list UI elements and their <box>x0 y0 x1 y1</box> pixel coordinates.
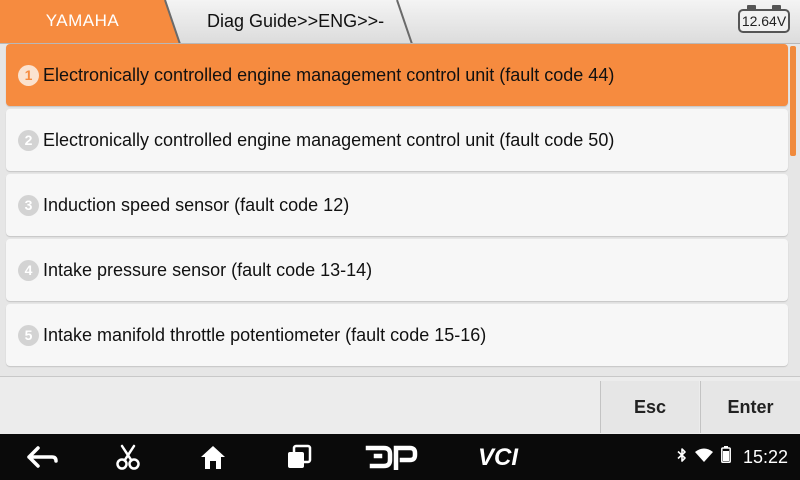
item-label: Induction speed sensor (fault code 12) <box>43 194 350 215</box>
bluetooth-icon <box>677 447 687 468</box>
path-tab-edge <box>396 0 413 43</box>
brand-label: YAMAHA <box>45 11 120 30</box>
list-item[interactable]: 1 Electronically controlled engine manag… <box>6 44 788 106</box>
list-item[interactable]: 2 Electronically controlled engine manag… <box>6 109 788 171</box>
brand-tab[interactable]: YAMAHA <box>0 0 190 43</box>
scissors-icon[interactable] <box>111 442 145 472</box>
item-number: 4 <box>18 259 39 281</box>
list-item[interactable]: 5 Intake manifold throttle potentiometer… <box>6 304 788 366</box>
list-scrollbar[interactable] <box>790 46 796 156</box>
status-clock: 15:22 <box>742 446 788 467</box>
breadcrumb: Diag Guide>>ENG>>- <box>207 11 385 31</box>
item-number: 2 <box>18 129 39 151</box>
vci-icon[interactable]: VCI <box>468 442 528 472</box>
enter-button[interactable]: Enter <box>700 381 800 433</box>
system-nav-bar: VCI 15:22 <box>0 434 800 480</box>
item-number: 5 <box>18 324 39 346</box>
battery-voltage: 12.64V <box>738 5 790 33</box>
recent-apps-icon[interactable] <box>282 442 316 472</box>
item-number: 3 <box>18 194 39 216</box>
esc-button[interactable]: Esc <box>600 381 699 433</box>
list-item[interactable]: 4 Intake pressure sensor (fault code 13-… <box>6 239 788 301</box>
list-item[interactable]: 3 Induction speed sensor (fault code 12) <box>6 174 788 236</box>
action-bar: Esc Enter <box>0 376 800 434</box>
wifi-icon <box>694 448 713 467</box>
item-label: Electronically controlled engine managem… <box>43 64 615 85</box>
vci-label: VCI <box>478 444 519 470</box>
status-area: 15:22 <box>677 434 788 480</box>
dp-icon[interactable] <box>364 442 418 472</box>
title-bar: YAMAHA Diag Guide>>ENG>>- 12.64V <box>0 0 800 44</box>
home-icon[interactable] <box>196 442 230 472</box>
item-label: Intake pressure sensor (fault code 13-14… <box>43 259 373 280</box>
item-number: 1 <box>18 64 39 86</box>
item-label: Intake manifold throttle potentiometer (… <box>43 324 487 345</box>
battery-icon <box>721 446 731 468</box>
fault-list: 1 Electronically controlled engine manag… <box>6 44 788 369</box>
item-label: Electronically controlled engine managem… <box>43 129 615 150</box>
fault-list-area: 1 Electronically controlled engine manag… <box>0 44 800 376</box>
back-icon[interactable] <box>25 442 59 472</box>
